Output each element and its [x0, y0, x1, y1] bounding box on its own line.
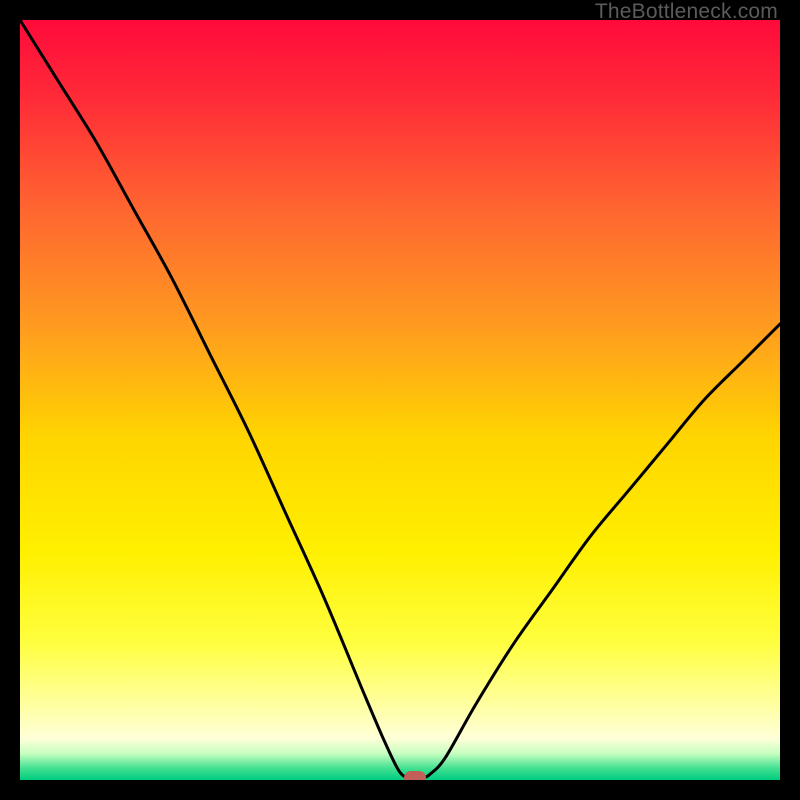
optimum-marker: [404, 771, 426, 780]
chart-container: TheBottleneck.com: [0, 0, 800, 800]
bottleneck-curve: [20, 20, 780, 778]
curve-layer: [20, 20, 780, 780]
plot-area: [20, 20, 780, 780]
watermark-text: TheBottleneck.com: [595, 0, 778, 24]
